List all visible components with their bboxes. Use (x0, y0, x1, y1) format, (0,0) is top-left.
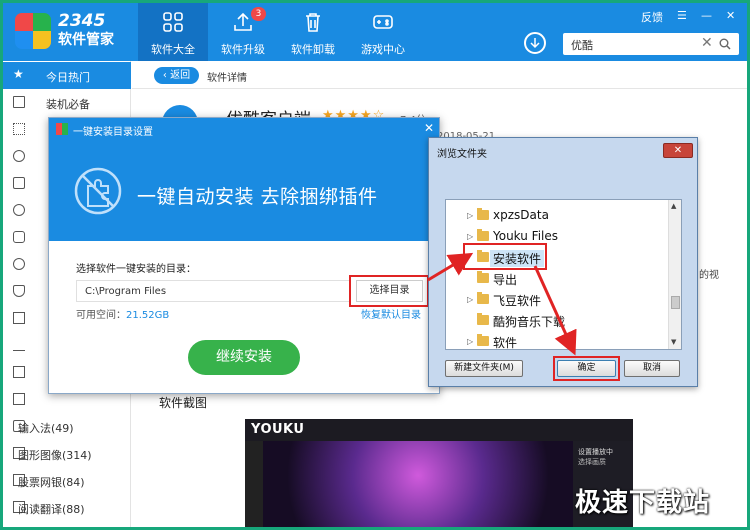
tree-item[interactable]: 导出 (446, 269, 668, 290)
screenshot-video-frame (263, 441, 573, 527)
folder-tree[interactable]: ▷ xpzsData ▷ Youku Files 安装软件 导出 ▷ 飞豆软件 酷狗音… (445, 199, 682, 350)
download-icon (13, 339, 25, 351)
dialog-banner: 一键安装目录设置 ✕ 一键自动安装 去除捆绑插件 (49, 118, 439, 241)
sidebar-item-input-method[interactable]: 输入法(49) (3, 413, 131, 440)
monitor-icon (13, 96, 25, 108)
tree-item[interactable]: ▷ xpzsData (446, 206, 668, 227)
browse-folder-dialog: 浏览文件夹 ✕ ▷ xpzsData ▷ Youku Files 安装软件 导出 ▷… (428, 137, 698, 387)
minimize-icon[interactable]: — (701, 9, 712, 22)
free-space-text: 可用空间：21.52GB (76, 310, 170, 321)
restore-default-link[interactable]: 恢复默认目录 (361, 306, 421, 321)
word-icon (13, 366, 25, 378)
folder-icon (477, 208, 489, 220)
folder-icon (477, 229, 489, 241)
app-logo-text: 2345 软件管家 (58, 11, 114, 49)
game-icon (13, 231, 25, 243)
feedback-link[interactable]: 反馈 (641, 9, 663, 25)
watermark: 极速下载站 (575, 488, 711, 518)
sidebar-item-graphics[interactable]: 图形图像(314) (3, 440, 131, 467)
search-icon[interactable] (719, 38, 731, 50)
star-icon: ★ (13, 67, 24, 81)
youku-logo: YOUKU (251, 422, 305, 437)
screenshot-panel-text: 选择画质 (578, 458, 606, 466)
breadcrumb: 软件详情 (207, 73, 247, 84)
expand-icon[interactable]: ▷ (467, 232, 473, 241)
scroll-up-icon[interactable]: ▲ (671, 202, 676, 210)
sidebar-item-essentials[interactable]: 装机必备 (3, 89, 131, 116)
search-input[interactable]: 优酷 (571, 37, 593, 53)
folder-icon (477, 271, 489, 283)
tree-item[interactable]: 酷狗音乐下载 (446, 311, 668, 332)
grid-icon (163, 12, 183, 32)
scroll-thumb[interactable] (671, 296, 680, 309)
sidebar-item-reading[interactable]: 阅读翻译(88) (3, 494, 131, 521)
back-button[interactable]: ‹ 返回 (154, 67, 199, 84)
desktop-icon (13, 393, 25, 405)
divider (132, 88, 747, 89)
trash-icon (306, 13, 320, 32)
search-box[interactable]: 优酷 ✕ (563, 33, 739, 55)
nav-software-uninstall[interactable]: 软件卸载 (278, 3, 348, 61)
continue-install-button[interactable]: 继续安装 (188, 340, 300, 375)
puzzle-icon (13, 312, 25, 324)
dir-label: 选择软件一键安装的目录： (76, 264, 196, 275)
apps-icon (13, 123, 25, 135)
tree-item[interactable]: ▷ 软件 (446, 332, 668, 349)
dialog-title: 一键安装目录设置 (73, 127, 153, 138)
new-folder-button[interactable]: 新建文件夹(M) (445, 360, 523, 377)
no-plugin-icon (74, 167, 122, 215)
music-icon (13, 258, 25, 270)
screenshot-titlebar: YOUKU (245, 419, 633, 441)
nav-label: 游戏中心 (361, 43, 405, 56)
shield-icon (13, 285, 25, 297)
folder-icon (477, 334, 489, 346)
screenshots-title: 软件截图 (159, 396, 208, 410)
free-space-value: 21.52GB (126, 310, 170, 321)
upgrade-count-badge: 3 (251, 7, 266, 21)
nav-software-upgrade[interactable]: 3 软件升级 (208, 3, 278, 61)
nav-label: 软件升级 (221, 43, 265, 56)
scroll-down-icon[interactable]: ▼ (671, 338, 676, 346)
tree-scrollbar[interactable]: ▲ ▼ (668, 200, 681, 349)
nav-software-all[interactable]: 软件大全 (138, 3, 208, 61)
folder-icon (477, 313, 489, 325)
close-icon[interactable]: ✕ (424, 121, 434, 135)
description-snippet: 的视 (699, 270, 719, 281)
expand-icon[interactable]: ▷ (467, 295, 473, 304)
chat-icon (13, 177, 25, 189)
download-manager-button[interactable] (524, 32, 546, 54)
video-icon (13, 204, 25, 216)
nav-label: 软件大全 (151, 43, 195, 56)
highlight-box (553, 356, 620, 381)
browser-icon (13, 150, 25, 162)
app-header: 2345 软件管家 软件大全 3 软件升级 软件卸载 游戏中心 反馈 ☰ — ✕… (3, 3, 747, 61)
screenshot-panel-title: 设置播放中 (578, 448, 613, 456)
menu-icon[interactable]: ☰ (677, 9, 687, 22)
highlight-box (349, 275, 429, 307)
nav-game-center[interactable]: 游戏中心 (348, 3, 418, 61)
screenshot-menu (245, 441, 263, 527)
gamepad-icon (373, 15, 393, 29)
expand-icon[interactable]: ▷ (467, 211, 473, 220)
highlight-box (463, 243, 547, 270)
tree-item[interactable]: ▷ 飞豆软件 (446, 290, 668, 311)
dialog-title: 浏览文件夹 (437, 149, 487, 160)
dialog-banner-text: 一键自动安装 去除捆绑插件 (137, 186, 378, 208)
cancel-button[interactable]: 取消 (624, 360, 680, 377)
nav-label: 软件卸载 (291, 43, 335, 56)
sidebar-item-stock[interactable]: 股票网银(84) (3, 467, 131, 494)
download-arrow-icon (530, 38, 540, 49)
app-logo-icon (56, 123, 68, 135)
expand-icon[interactable]: ▷ (467, 337, 473, 346)
close-icon[interactable]: ✕ (726, 9, 735, 22)
app-logo-icon (15, 13, 51, 49)
folder-icon (477, 292, 489, 304)
install-dir-dialog: 一键安装目录设置 ✕ 一键自动安装 去除捆绑插件 选择软件一键安装的目录： C:… (48, 117, 440, 394)
close-button[interactable]: ✕ (663, 143, 693, 158)
sidebar-item-hot-today[interactable]: ★ 今日热门 (3, 62, 131, 89)
clear-icon[interactable]: ✕ (701, 35, 713, 51)
install-dir-field[interactable]: C:\Program Files (76, 280, 350, 302)
